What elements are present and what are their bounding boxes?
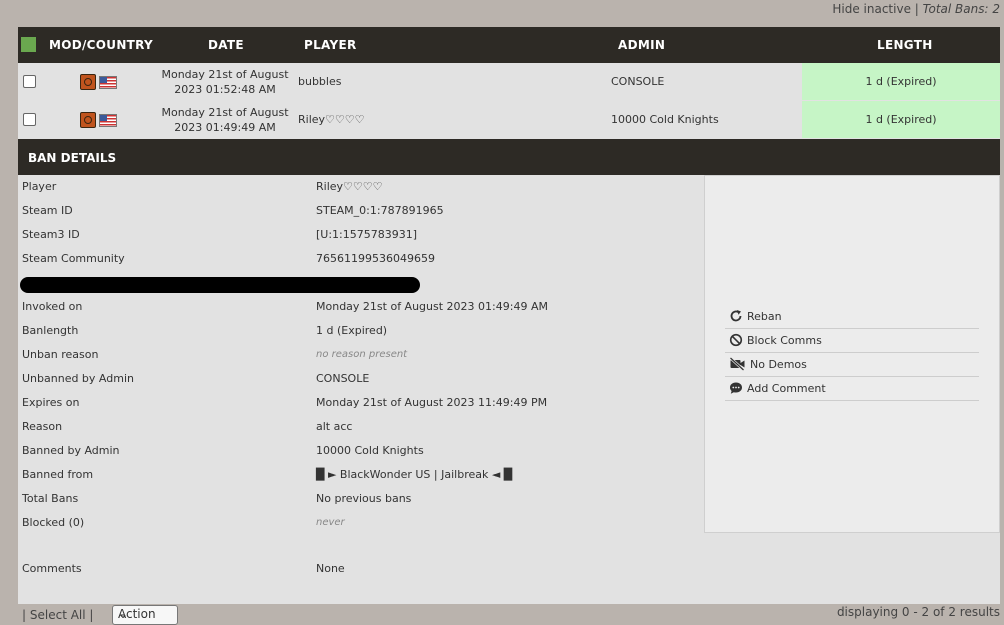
table-row[interactable]: Monday 21st of August 2023 01:49:49 AM R… [18,101,1000,138]
field-label: Steam ID [22,204,73,217]
row-checkbox[interactable] [23,75,36,88]
select-all-link[interactable]: Select All [30,608,86,622]
field-value: No previous bans [316,492,412,505]
block-icon [729,333,743,347]
field-value: █ ► BlackWonder US | Jailbreak ◄ █ [316,468,513,481]
redaction-bar [20,277,420,293]
add-comment-button[interactable]: Add Comment [725,377,979,401]
field-value: 10000 Cold Knights [316,444,424,457]
table-row[interactable]: Monday 21st of August 2023 01:52:48 AM b… [18,63,1000,100]
select-all-header-checkbox[interactable] [21,37,36,52]
tf2-mod-icon [80,112,96,128]
field-label: Expires on [22,396,80,409]
player-name: bubbles [298,75,342,88]
results-count: displaying 0 - 2 of 2 results [836,605,1000,619]
field-value: Monday 21st of August 2023 01:49:49 AM [316,300,548,313]
ban-date: Monday 21st of August 2023 01:52:48 AM [161,68,289,96]
block-comms-label: Block Comms [747,334,822,347]
reban-icon [730,310,742,322]
header-player: PLAYER [304,38,357,52]
comment-icon [730,382,742,394]
field-value: Riley♡♡♡♡ [316,180,383,193]
footer-selection: | Select All | [22,608,94,622]
field-label: Blocked (0) [22,516,85,529]
ban-details-header: BAN DETAILS [18,139,1000,175]
field-label: Steam Community [22,252,125,265]
row-checkbox[interactable] [23,113,36,126]
field-value: 1 d (Expired) [316,324,388,337]
reban-button[interactable]: Reban [725,305,979,329]
total-bans-count: Total Bans: 2 [922,2,1000,16]
field-label: Banlength [22,324,79,337]
header-length: LENGTH [877,38,933,52]
tf2-mod-icon [80,74,96,90]
bans-panel: MOD/COUNTRY DATE PLAYER ADMIN LENGTH Mon… [18,27,1000,604]
block-comms-button[interactable]: Block Comms [725,329,979,353]
header-date: DATE [208,38,244,52]
action-select[interactable]: Action ⌄ [112,605,178,625]
header-mod-country: MOD/COUNTRY [49,38,154,52]
table-header: MOD/COUNTRY DATE PLAYER ADMIN LENGTH [18,27,1000,63]
ban-details-title: BAN DETAILS [28,151,117,165]
ban-length: 1 d (Expired) [802,63,1000,100]
hide-inactive-link[interactable]: Hide inactive [832,2,911,16]
field-label: Reason [22,420,63,433]
us-flag-icon [99,114,117,127]
add-comment-label: Add Comment [747,382,826,395]
field-value: CONSOLE [316,372,370,385]
ban-date: Monday 21st of August 2023 01:49:49 AM [161,106,289,134]
us-flag-icon [99,76,117,89]
field-label: Unban reason [22,348,99,361]
field-label: Unbanned by Admin [22,372,134,385]
separator: | [914,2,919,16]
ban-length: 1 d (Expired) [802,101,1000,138]
field-value: None [316,562,345,575]
field-value: STEAM_0:1:787891965 [316,204,444,217]
reban-label: Reban [747,310,782,323]
admin-name: CONSOLE [611,75,665,88]
field-label: Banned by Admin [22,444,120,457]
field-label: Comments [22,562,82,575]
player-name: Riley♡♡♡♡ [298,113,365,126]
field-label: Total Bans [22,492,79,505]
header-admin: ADMIN [618,38,666,52]
field-value: never [316,517,345,528]
no-demos-label: No Demos [750,358,807,371]
field-value: Monday 21st of August 2023 11:49:49 PM [316,396,548,409]
field-label: Banned from [22,468,94,481]
field-value: no reason present [316,349,408,360]
no-demos-button[interactable]: No Demos [725,353,979,377]
field-label: Player [22,180,57,193]
no-video-icon [729,357,745,371]
ban-actions-panel: Reban Block Comms No Demos Add Comment [704,175,1000,533]
field-label: Invoked on [22,300,83,313]
topbar-status: Hide inactive | Total Bans: 2 [832,2,1000,16]
field-value: alt acc [316,420,353,433]
steam-community-link[interactable]: 76561199536049659 [316,252,435,265]
field-label: Steam3 ID [22,228,80,241]
admin-name: 10000 Cold Knights [611,113,719,126]
field-value: [U:1:1575783931] [316,228,418,241]
